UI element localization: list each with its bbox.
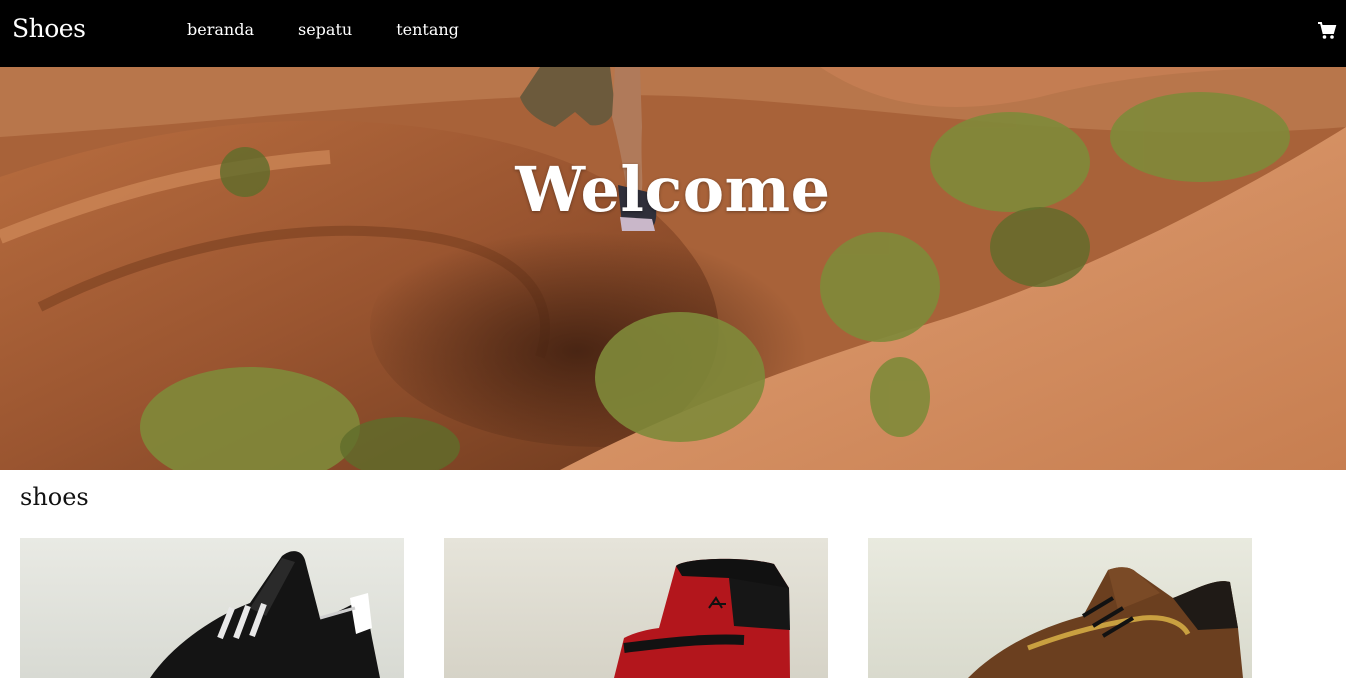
nav-links: beranda sepatu tentang (187, 20, 503, 39)
product-image (444, 538, 828, 678)
navbar: Shoes beranda sepatu tentang (0, 0, 1346, 67)
product-card-2[interactable] (444, 538, 828, 678)
hero-banner: Welcome (0, 67, 1346, 470)
product-image (868, 538, 1252, 678)
hero-title: Welcome (515, 152, 831, 226)
shopping-cart-icon[interactable] (1317, 21, 1337, 41)
section-title: shoes (20, 483, 89, 511)
nav-link-sepatu[interactable]: sepatu (298, 20, 352, 39)
nav-link-tentang[interactable]: tentang (396, 20, 459, 39)
product-card-1[interactable] (20, 538, 404, 678)
brand-logo[interactable]: Shoes (12, 14, 86, 43)
product-image (20, 538, 404, 678)
product-card-3[interactable] (868, 538, 1252, 678)
nav-link-beranda[interactable]: beranda (187, 20, 254, 39)
hero-image (0, 67, 1346, 470)
